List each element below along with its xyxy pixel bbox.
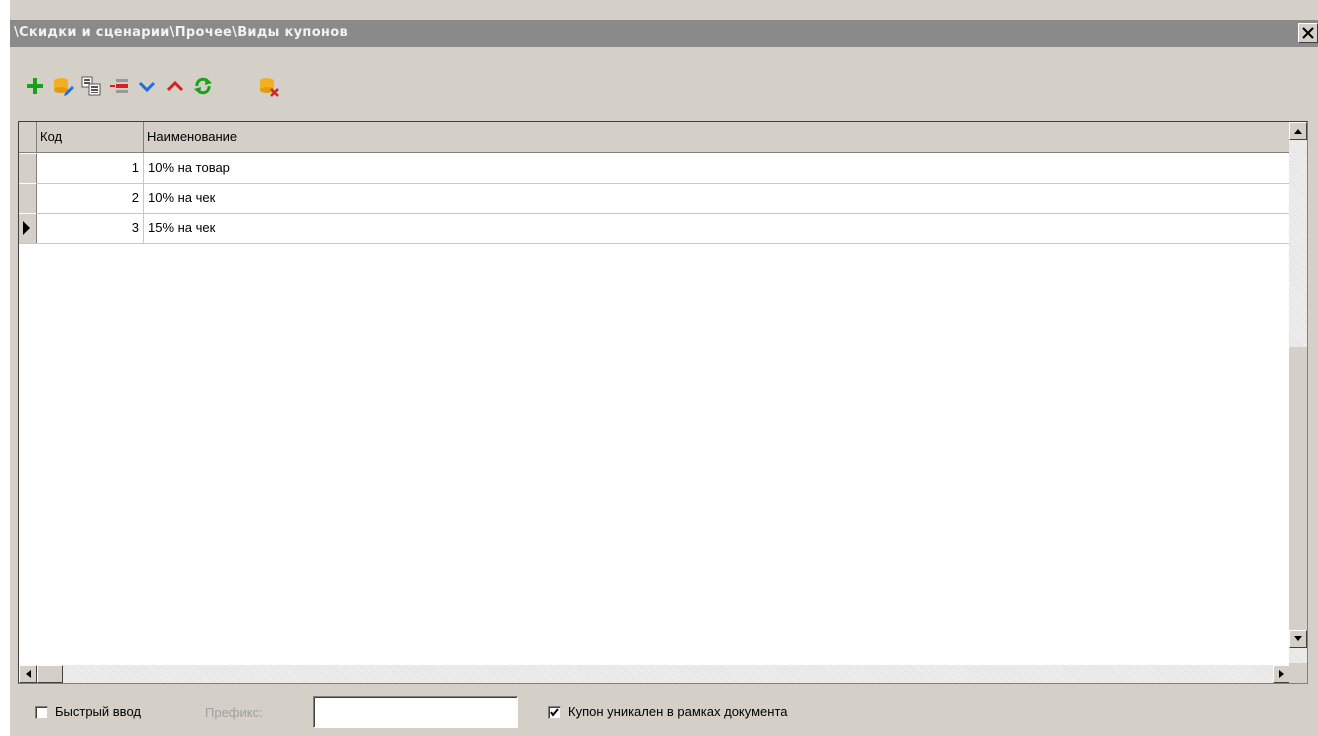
vertical-scroll-track[interactable] — [1289, 347, 1307, 630]
table-row[interactable]: 3 15% на чек — [19, 213, 1291, 244]
copy-record-icon — [81, 76, 101, 96]
scroll-down-button[interactable] — [1289, 630, 1307, 648]
add-icon — [27, 78, 43, 94]
window-title: \Скидки и сценарии\Прочее\Виды купонов — [14, 25, 348, 40]
quick-input-label[interactable]: Быстрый ввод — [55, 704, 141, 719]
row-indicator — [19, 183, 37, 213]
horizontal-scroll-thumb[interactable] — [37, 665, 63, 683]
scroll-corner — [1289, 663, 1307, 683]
table-row[interactable]: 1 10% на товар — [19, 153, 1291, 184]
add-button[interactable] — [22, 70, 48, 102]
row-indicator — [19, 153, 37, 183]
window: \Скидки и сценарии\Прочее\Виды купонов К… — [10, 0, 1318, 736]
cell-code: 2 — [37, 183, 144, 213]
prefix-label: Префикс: — [205, 705, 263, 720]
cell-name: 10% на товар — [148, 160, 230, 175]
indicator-header — [19, 122, 37, 152]
delete-record-icon — [110, 79, 128, 93]
arrow-up-icon — [1294, 129, 1302, 134]
arrow-down-icon — [1294, 636, 1302, 641]
scroll-up-button[interactable] — [1289, 122, 1307, 140]
table-row[interactable]: 2 10% на чек — [19, 183, 1291, 214]
title-bar: \Скидки и сценарии\Прочее\Виды купонов — [10, 20, 1318, 47]
move-up-button[interactable] — [162, 70, 188, 102]
edit-record-icon — [54, 78, 74, 96]
column-header-code[interactable]: Код — [37, 122, 144, 152]
arrow-right-icon — [1279, 670, 1284, 678]
copy-button[interactable] — [78, 70, 104, 102]
delete-db-button[interactable] — [256, 70, 282, 102]
move-down-button[interactable] — [134, 70, 160, 102]
delete-button[interactable] — [106, 70, 132, 102]
horizontal-scrollbar[interactable] — [19, 665, 1291, 683]
toolbar — [10, 70, 410, 106]
coupon-types-grid[interactable]: Код Наименование 1 10% на товар 2 10% на… — [18, 121, 1308, 684]
delete-db-icon — [260, 78, 279, 97]
bottom-bar: Быстрый ввод Префикс: Купон уникален в р… — [10, 696, 1318, 732]
grid-header: Код Наименование — [19, 122, 1291, 153]
vertical-scrollbar[interactable] — [1289, 122, 1307, 665]
scroll-left-button[interactable] — [19, 665, 37, 683]
refresh-button[interactable] — [190, 70, 216, 102]
column-header-name[interactable]: Наименование — [144, 122, 1291, 152]
current-row-arrow-icon — [23, 221, 30, 235]
quick-input-checkbox[interactable] — [35, 706, 48, 719]
close-button[interactable] — [1298, 23, 1318, 43]
close-icon — [1302, 27, 1314, 39]
cell-name: 15% на чек — [148, 220, 216, 235]
cell-code: 3 — [37, 213, 144, 243]
move-down-icon — [138, 81, 156, 93]
cell-name: 10% на чек — [148, 190, 216, 205]
cell-code: 1 — [37, 153, 144, 183]
unique-coupon-checkbox[interactable] — [548, 706, 561, 719]
edit-button[interactable] — [50, 70, 76, 102]
refresh-icon — [194, 77, 212, 95]
move-up-icon — [166, 80, 184, 92]
arrow-left-icon — [26, 670, 31, 678]
row-indicator — [19, 213, 37, 243]
prefix-input[interactable] — [313, 696, 518, 728]
unique-coupon-label[interactable]: Купон уникален в рамках документа — [568, 704, 788, 719]
checkmark-icon — [550, 708, 559, 717]
